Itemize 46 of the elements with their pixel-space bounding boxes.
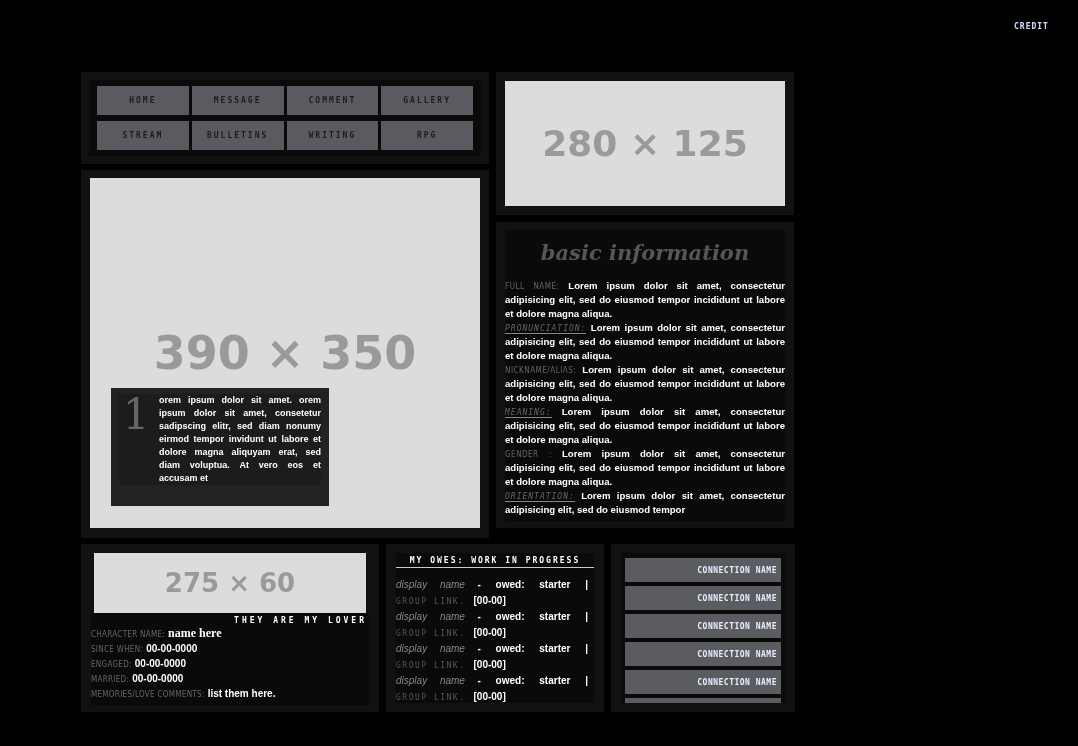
link-label: GROUP LINK. [396,597,466,606]
field-label: MARRIED: [91,675,130,684]
owed-text: - owed: starter | [477,674,588,688]
group-link[interactable]: [00-00] [473,625,506,641]
drop-cap: 1 [121,396,151,434]
link-label: GROUP LINK. [396,693,466,702]
link-label: GROUP LINK. [396,661,466,670]
field-label: SINCE WHEN: [91,645,144,654]
link-label: GROUP LINK. [396,629,466,638]
section-heading: THEY ARE MY LOVER [233,615,368,626]
caption-text: orem ipsum dolor sit amet. orem ipsum dolor sit amet, consetetur sadipscing elitr, sed diam nonumy eirmod tempor invidunt ut labore et dolore magna aliquyam erat, sed diam voluptua. At vero eos et accusam et [159,394,321,485]
field-label: ENGAGED: [91,660,132,669]
display-name: display name [396,610,465,624]
field-value: 00-00-0000 [134,657,186,671]
info-paragraph: GENDER : Lorem ipsum dolor sit amet, consectetur adipisicing elit, sed do eiusmod tempor incididunt ut labore et dolore magna aliqua. [505,447,785,489]
credit-link[interactable]: CREDIT [1014,22,1049,31]
owed-text: - owed: starter | [477,642,588,656]
field-value: name here [168,626,222,641]
group-link[interactable]: [00-00] [473,689,506,703]
connection-link[interactable]: CONNECTION NAME [625,614,781,638]
display-name: display name [396,642,465,656]
placeholder-text: 390 × 350 [153,326,417,380]
placeholder-text: 280 × 125 [542,123,748,164]
connection-link[interactable]: CONNECTION NAME [625,642,781,666]
field-label: CHARACTER NAME: [91,630,166,639]
field-value: 00-00-0000 [132,672,184,686]
connection-link[interactable]: CONNECTION NAME [625,670,781,694]
connection-link[interactable]: CONNECTION NAME [625,586,781,610]
owed-text: - owed: starter | [477,578,588,592]
section-title: basic information [539,240,751,265]
connection-link[interactable]: CONNECTION NAME [625,558,781,582]
info-paragraph: ORIENTATION: Lorem ipsum dolor sit amet, consectetur adipisicing elit, sed do eiusmod tempor [505,489,785,517]
display-name: display name [396,578,465,592]
info-paragraph: PRONUNCIATION: Lorem ipsum dolor sit amet, consectetur adipisicing elit, sed do eiusmod tempor incididunt ut labore et dolore magna aliqua. [505,321,785,363]
field-label: MEMORIES/LOVE COMMENTS: [91,690,205,699]
group-link[interactable]: [00-00] [473,657,506,673]
info-paragraph: MEANING: Lorem ipsum dolor sit amet, consectetur adipisicing elit, sed do eiusmod tempor incididunt ut labore et dolore magna aliqua. [505,405,785,447]
field-value: 00-00-0000 [146,642,198,656]
field-value: list them here. [207,687,276,701]
placeholder-text: 275 × 60 [164,568,296,598]
group-link[interactable]: [00-00] [473,593,506,609]
info-paragraph: NICKNAME/ALIAS: Lorem ipsum dolor sit amet, consectetur adipisicing elit, sed do eiusmod tempor incididunt ut labore et dolore magna aliqua. [505,363,785,405]
info-paragraph: FULL NAME: Lorem ipsum dolor sit amet, consectetur adipisicing elit, sed do eiusmod tempor incididunt ut labore et dolore magna aliqua. [505,279,785,321]
owed-text: - owed: starter | [477,610,588,624]
section-title: MY OWES: WORK IN PROGRESS [396,553,594,568]
display-name: display name [396,674,465,688]
